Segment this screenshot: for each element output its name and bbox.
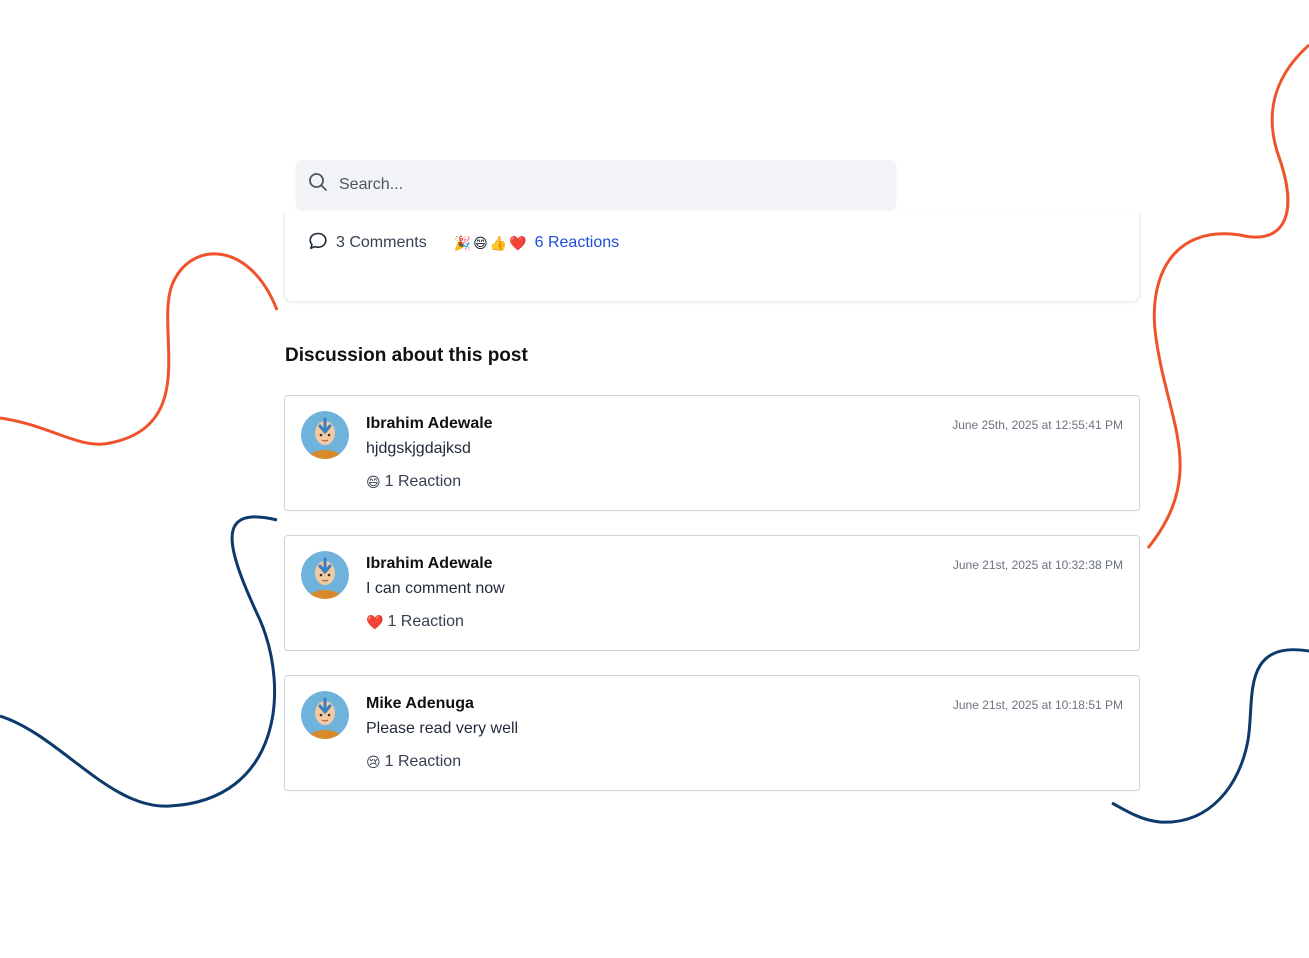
- post-card: [284, 212, 1140, 302]
- comment-reaction-button[interactable]: 😄 1 Reaction: [366, 473, 461, 491]
- comment-author[interactable]: Ibrahim Adewale: [366, 415, 493, 433]
- comment-text: Please read very well: [366, 720, 519, 737]
- heart-emoji: ❤️: [509, 234, 527, 251]
- reaction-emoji-stack: 🎉 😄 👍 ❤️: [454, 235, 529, 252]
- post-stats: 3 Comments 🎉 😄 👍 ❤️ 6 Reactions: [308, 232, 619, 254]
- comment-text: I can comment now: [366, 580, 505, 597]
- discussion-heading: Discussion about this post: [285, 345, 528, 366]
- search-bar: [296, 160, 896, 209]
- search-icon: [308, 172, 328, 197]
- avatar-image: [301, 691, 349, 739]
- avatar[interactable]: [301, 551, 349, 599]
- avatar-image: [301, 551, 349, 599]
- comment-reaction-button[interactable]: ❤️ 1 Reaction: [366, 613, 464, 631]
- reactions-link[interactable]: 6 Reactions: [535, 234, 620, 252]
- reaction-count-label: 1 Reaction: [384, 473, 462, 490]
- comment-card: Ibrahim Adewale June 25th, 2025 at 12:55…: [284, 395, 1140, 511]
- heart-emoji: ❤️: [366, 613, 384, 630]
- navy-curve-right: [1111, 648, 1309, 824]
- comment-card: Ibrahim Adewale June 21st, 2025 at 10:32…: [284, 535, 1140, 651]
- avatar[interactable]: [301, 411, 349, 459]
- party-popper-emoji: 🎉: [453, 234, 472, 251]
- comment-reaction-button[interactable]: 😢 1 Reaction: [366, 753, 461, 771]
- comment-timestamp: June 21st, 2025 at 10:18:51 PM: [952, 698, 1123, 712]
- crying-face-emoji: 😢: [366, 753, 381, 770]
- orange-curve-right: [1146, 43, 1309, 549]
- comments-count-label: 3 Comments: [336, 234, 427, 251]
- grinning-emoji: 😄: [366, 473, 381, 490]
- reaction-count-label: 1 Reaction: [387, 613, 464, 630]
- search-input[interactable]: [337, 174, 861, 195]
- comment-author[interactable]: Ibrahim Adewale: [366, 555, 493, 573]
- comment-text: hjdgskjgdajksd: [366, 440, 471, 457]
- avatar-image: [301, 411, 349, 459]
- speech-bubble-icon: [308, 231, 336, 256]
- comment-author[interactable]: Mike Adenuga: [366, 695, 474, 713]
- comment-card: Mike Adenuga June 21st, 2025 at 10:18:51…: [284, 675, 1140, 791]
- thumbs-up-emoji: 👍: [489, 234, 508, 251]
- navy-curve-left: [0, 515, 278, 808]
- avatar[interactable]: [301, 691, 349, 739]
- grinning-emoji: 😄: [473, 234, 488, 251]
- comments-button[interactable]: 3 Comments: [308, 231, 427, 256]
- comment-timestamp: June 25th, 2025 at 12:55:41 PM: [952, 418, 1123, 432]
- comment-timestamp: June 21st, 2025 at 10:32:38 PM: [952, 558, 1123, 572]
- orange-curve-left: [0, 252, 279, 446]
- reaction-count-label: 1 Reaction: [384, 753, 462, 770]
